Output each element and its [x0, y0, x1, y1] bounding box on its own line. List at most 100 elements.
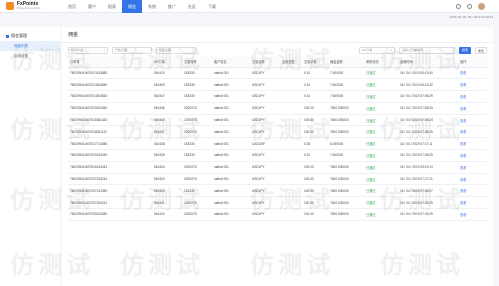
table-cell: 100.00: [302, 102, 328, 115]
view-link[interactable]: 查看: [458, 125, 487, 139]
view-link[interactable]: 查看: [458, 137, 487, 151]
view-link[interactable]: 查看: [458, 184, 487, 198]
column-header[interactable]: MT订单: [152, 57, 182, 68]
table-cell: 760209041607016144343: [68, 161, 152, 174]
nav-item[interactable]: 系统: [142, 0, 162, 13]
table-row[interactable]: 760209041607207154212 516421 220007D nathal…: [68, 196, 487, 210]
status-select-value: 所有状态: [71, 48, 84, 52]
main-nav: 首页 客户 报表 佣金 系统 推广 社区 下载: [62, 0, 222, 13]
page-title: 佣金: [62, 27, 493, 43]
table-row[interactable]: 760209041607207234243 516424 220007D nathal…: [68, 173, 487, 186]
view-link[interactable]: 查看: [458, 90, 487, 103]
table-row[interactable]: 760209041607019134030 516435 153330 nathal …: [68, 149, 487, 162]
table-cell: 516446: [152, 102, 182, 115]
sidebar-group[interactable]: 佣金管理: [0, 31, 60, 41]
table-cell: 7.600000: [328, 67, 364, 80]
table-row[interactable]: 760209041607013324650 516409 153330 nathal …: [68, 78, 487, 92]
table-cell: nathal 001: [212, 90, 250, 103]
table-cell: [280, 196, 302, 210]
nav-item[interactable]: 首页: [62, 0, 82, 13]
table-cell: 7600.000000: [328, 114, 364, 127]
table-cell: [280, 208, 302, 221]
table-cell: USDJPY: [250, 161, 280, 174]
view-link[interactable]: 查看: [458, 196, 487, 210]
table-cell: 516425: [152, 184, 182, 198]
table-cell: nathal 001: [212, 102, 250, 115]
view-link[interactable]: 查看: [458, 161, 487, 174]
brand-subtitle: Points Service Admin: [17, 7, 41, 10]
column-header[interactable]: 交易品种: [250, 57, 280, 68]
nav-item[interactable]: 报表: [102, 0, 122, 13]
table-cell: 100.00: [302, 208, 328, 221]
table-cell: 16 / 04 / 2019 07:08:27: [398, 184, 458, 198]
notification-icon[interactable]: [467, 3, 472, 9]
table-row[interactable]: 760209041607207124350 516425 153330 nathal …: [68, 184, 487, 198]
search-input[interactable]: 请输入订单编号: [399, 46, 455, 54]
table-cell: 220007D: [182, 161, 212, 174]
table-row[interactable]: 760209041607017714380 516438 153330 nathal …: [68, 137, 487, 151]
table-cell: nathal 001: [212, 161, 250, 174]
table-cell: 100.00: [302, 161, 328, 174]
table-cell: 760209041607016381420: [68, 114, 152, 127]
view-link[interactable]: 查看: [458, 114, 487, 127]
table-row[interactable]: 760209041607016144343 516434 220007D nathal…: [68, 161, 487, 174]
table-row[interactable]: 760209041607014304830 516447 153330 nathal …: [68, 90, 487, 103]
view-link[interactable]: 查看: [458, 67, 487, 80]
avatar[interactable]: [478, 2, 485, 10]
help-icon[interactable]: [456, 3, 461, 9]
table-cell: nathal 001: [212, 114, 250, 127]
column-header[interactable]: 订单号: [68, 57, 152, 68]
table-cell: 516437: [152, 125, 182, 139]
table-header: 订单号 MT订单 交易账号 客户姓名 交易品种 交易类型 交易手数 佣金金额 审核状态 返佣时间操…: [68, 57, 487, 68]
column-header[interactable]: 审核状态: [364, 57, 398, 68]
view-link[interactable]: 查看: [458, 208, 487, 221]
table-cell: 220007D: [182, 125, 212, 139]
status-select[interactable]: 所有状态 ▾: [68, 46, 108, 54]
view-link[interactable]: 查看: [458, 173, 487, 186]
status-badge: 已通过: [364, 114, 398, 127]
column-header[interactable]: 交易账号: [182, 57, 212, 68]
table-cell: USDJPY: [250, 125, 280, 139]
nav-item[interactable]: 客户: [82, 0, 102, 13]
view-link[interactable]: 查看: [458, 149, 487, 162]
table-cell: USDJPY: [250, 196, 280, 210]
search-button[interactable]: 搜索: [459, 46, 471, 54]
date-end-input[interactable]: 结束日期: [156, 46, 196, 54]
table-cell: 516409: [152, 78, 182, 92]
status-badge: 已通过: [364, 161, 398, 174]
table-cell: 0.10: [302, 90, 328, 103]
column-header[interactable]: 佣金金额: [328, 57, 364, 68]
view-link[interactable]: 查看: [458, 78, 487, 92]
table-cell: [280, 149, 302, 162]
date-start-input[interactable]: 开始日期: [112, 46, 152, 54]
column-header[interactable]: 交易手数: [302, 57, 328, 68]
table-cell: 153330: [182, 67, 212, 80]
table-cell: 16 / 04 / 2019 07:27:21: [398, 173, 458, 186]
table-row[interactable]: 760209041607015324460 516446 220007D nathal…: [68, 102, 487, 115]
reset-button[interactable]: 重置: [475, 46, 487, 54]
view-link[interactable]: 查看: [458, 102, 487, 115]
nav-item[interactable]: 推广: [162, 0, 182, 13]
table-cell: 760209041607015324460: [68, 102, 152, 115]
sidebar-item-commission-list[interactable]: 佣金列表: [0, 41, 60, 51]
table-cell: 760209041607207234243: [68, 173, 152, 186]
nav-item[interactable]: 佣金: [122, 0, 142, 13]
table-cell: 760209041607013324650: [68, 78, 152, 92]
nav-item[interactable]: 下载: [202, 0, 222, 13]
column-header[interactable]: 交易类型: [280, 57, 302, 68]
table-cell: 516440: [152, 114, 182, 127]
column-header[interactable]: 操作: [458, 57, 487, 68]
table-row[interactable]: 760209041607018331112 516437 220007D nathal…: [68, 125, 487, 139]
nav-item[interactable]: 社区: [182, 0, 202, 13]
table-cell: 153330: [182, 78, 212, 92]
sidebar-item-rebate-settings[interactable]: 返佣设置: [0, 51, 60, 61]
table-cell: 16 / 04 / 2019 07:08:29: [398, 149, 458, 162]
column-header[interactable]: 客户姓名: [212, 57, 250, 68]
table-row[interactable]: 760209041607013143880 516410 153330 nathal …: [68, 67, 487, 80]
brand-logo[interactable]: FxPoints Points Service Admin: [0, 2, 62, 10]
column-header[interactable]: 返佣时间: [398, 57, 458, 68]
mt-order-select[interactable]: MT订单 ▾: [359, 46, 395, 54]
table-row[interactable]: 760209041607016381420 516440 220007D nathal…: [68, 114, 487, 127]
table-cell: 760209041607017714380: [68, 137, 152, 151]
table-row[interactable]: 760209041607209124350 516410 220007D nathal…: [68, 208, 487, 221]
